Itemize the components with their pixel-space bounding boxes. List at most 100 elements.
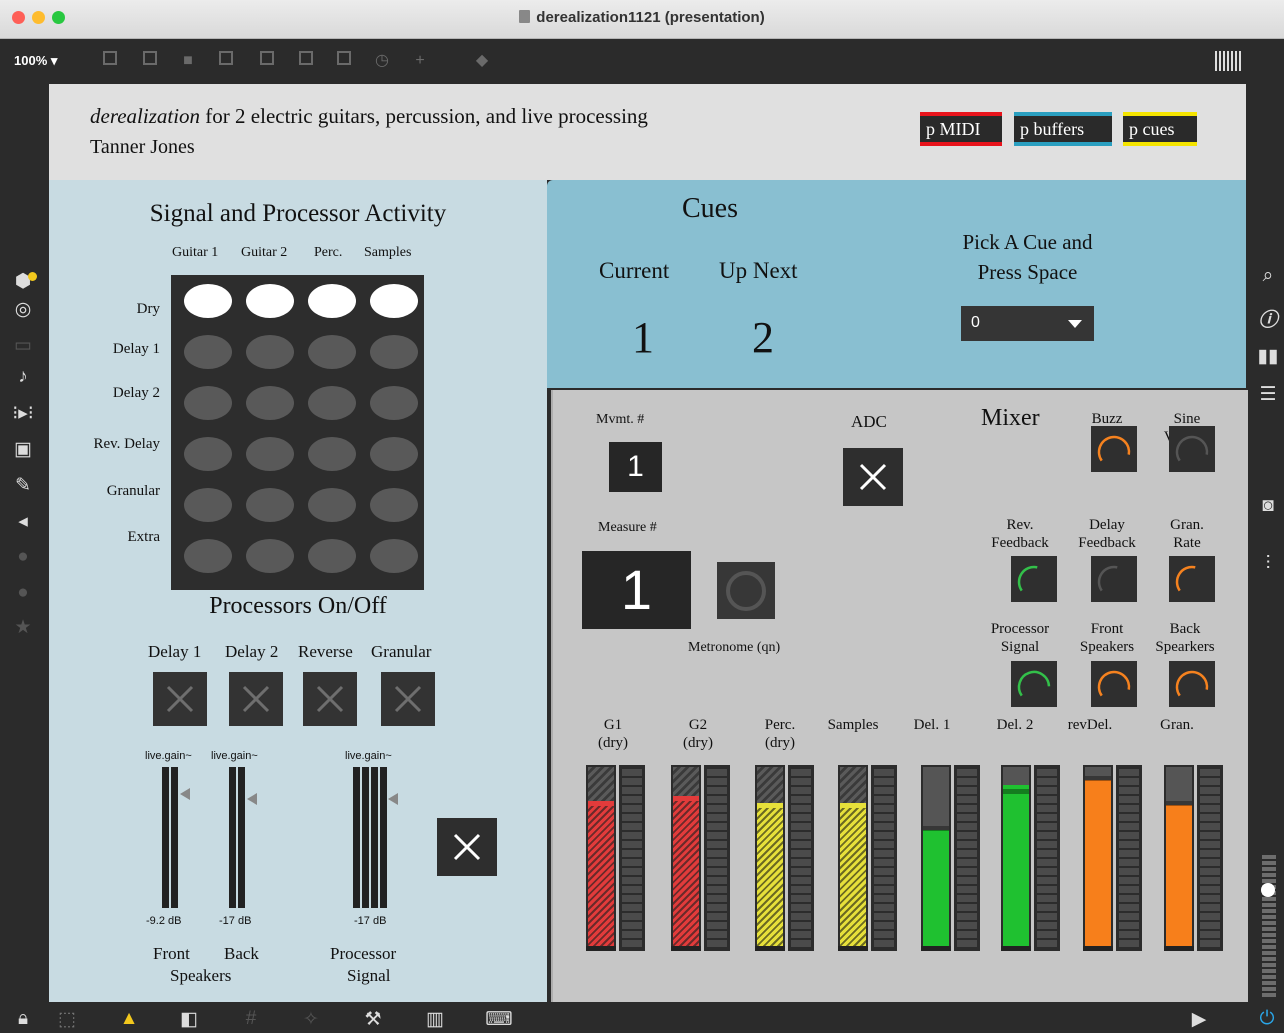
meter-scale: [871, 765, 897, 951]
paperclip-icon[interactable]: ✎: [8, 474, 38, 497]
toolbar: 100% ▾ ■ ◷ + ◆: [0, 39, 1284, 83]
plug-icon[interactable]: ◂: [8, 510, 38, 533]
wrench-icon[interactable]: ⚒: [358, 1008, 388, 1031]
adc-toggle[interactable]: [843, 448, 903, 506]
b-badge-icon[interactable]: ●: [8, 582, 38, 604]
p-midi-button[interactable]: p MIDI: [920, 112, 1002, 146]
back-gain-meter-right: [238, 767, 245, 908]
meter-scale-segments: [622, 769, 642, 947]
play-circle-icon[interactable]: ▶: [1184, 1008, 1214, 1031]
image-icon[interactable]: ▣: [8, 438, 38, 461]
cue-select-menu[interactable]: 0: [961, 306, 1094, 341]
level-meter[interactable]: [671, 765, 701, 951]
power-icon[interactable]: ⏻: [1252, 1008, 1282, 1030]
piano-icon[interactable]: ▥: [420, 1008, 450, 1031]
measure-number-box[interactable]: 1: [582, 551, 691, 629]
activity-led: [184, 539, 232, 573]
p-buffers-button[interactable]: p buffers: [1014, 112, 1112, 146]
info-icon[interactable]: ⓘ: [1253, 305, 1283, 332]
volume-knob[interactable]: [1261, 883, 1275, 897]
keyboard-icon[interactable]: ⌨: [484, 1008, 514, 1031]
presentation-select-icon[interactable]: ⬚: [52, 1008, 82, 1031]
processor-gain-meter-2: [362, 767, 369, 908]
level-meter[interactable]: [1001, 765, 1031, 951]
search-icon[interactable]: ⌕: [1253, 265, 1283, 287]
dial-knob[interactable]: [1169, 661, 1215, 707]
target-icon[interactable]: ◎: [8, 298, 38, 321]
wand-icon[interactable]: ✧: [296, 1008, 326, 1031]
meter-scale: [1116, 765, 1142, 951]
front-gain-meter-left: [162, 767, 169, 908]
sequence-icon[interactable]: ⁝▸⁝: [8, 402, 38, 425]
document-icon: [519, 10, 531, 23]
list-icon[interactable]: ☰: [1253, 383, 1283, 406]
level-meter[interactable]: [1164, 765, 1194, 951]
dial-knob[interactable]: [1011, 556, 1057, 602]
comment-object-icon[interactable]: [100, 51, 120, 71]
activity-led: [370, 488, 418, 522]
granular-toggle[interactable]: [381, 672, 435, 726]
delay2-toggle[interactable]: [229, 672, 283, 726]
back-gain-value: -17 dB: [219, 915, 252, 927]
slider-object-icon[interactable]: [334, 51, 354, 71]
comment-bubble-icon[interactable]: ■: [178, 51, 198, 71]
message-object-icon[interactable]: [140, 51, 160, 71]
mixer-title: Mixer: [981, 405, 1040, 431]
music-note-icon[interactable]: ♪: [8, 366, 38, 388]
front-gain-thumb[interactable]: [180, 788, 190, 800]
metronome-button[interactable]: [717, 562, 775, 619]
level-meter[interactable]: [755, 765, 785, 951]
activity-matrix: [171, 275, 424, 590]
package-icon[interactable]: ⬢: [8, 270, 38, 293]
meter-peak-marker: [923, 826, 949, 831]
processor-gain-thumb[interactable]: [388, 793, 398, 805]
volume-meter[interactable]: [1261, 855, 1276, 998]
dial-knob[interactable]: [1091, 661, 1137, 707]
mixer-sliders-icon[interactable]: ⫶: [1253, 553, 1283, 575]
activity-led: [308, 437, 356, 471]
grid-apps-icon[interactable]: [1215, 51, 1241, 71]
layers-icon[interactable]: ◧: [174, 1008, 204, 1031]
level-meter[interactable]: [838, 765, 868, 951]
metronome-indicator: [726, 571, 766, 611]
grid-icon[interactable]: #: [236, 1008, 266, 1030]
book-icon[interactable]: ▮▮: [1253, 345, 1283, 368]
processor-gain-meter-3: [371, 767, 378, 908]
processor-gain-slider[interactable]: [353, 767, 398, 908]
front-gain-object-label: live.gain~: [145, 750, 192, 762]
star-icon[interactable]: ★: [8, 616, 38, 639]
activity-led: [246, 488, 294, 522]
back-gain-slider[interactable]: [229, 767, 257, 908]
media-object-icon[interactable]: [296, 51, 316, 71]
dial-object-icon[interactable]: ◷: [372, 51, 392, 71]
dial-knob[interactable]: [1169, 556, 1215, 602]
dial-knob[interactable]: [1091, 556, 1137, 602]
window-icon[interactable]: ▭: [8, 334, 38, 357]
snapshot-icon[interactable]: ◙: [1253, 495, 1283, 517]
paint-bucket-icon[interactable]: ◆: [472, 51, 492, 71]
dial-knob[interactable]: [1011, 661, 1057, 707]
button-object-icon[interactable]: [257, 51, 277, 71]
level-meter[interactable]: [1083, 765, 1113, 951]
dial-knob[interactable]: [1091, 426, 1137, 472]
add-object-icon[interactable]: +: [410, 51, 430, 71]
v-badge-icon[interactable]: ●: [8, 546, 38, 568]
front-gain-slider[interactable]: [162, 767, 190, 908]
dial-knob[interactable]: [1169, 426, 1215, 472]
activity-led: [184, 386, 232, 420]
zoom-menu[interactable]: 100% ▾: [14, 53, 57, 69]
presentation-mode-icon[interactable]: ▲: [114, 1008, 144, 1030]
back-gain-thumb[interactable]: [247, 793, 257, 805]
toggle-object-icon[interactable]: [216, 51, 236, 71]
front-label: Front: [153, 944, 190, 963]
reverse-toggle[interactable]: [303, 672, 357, 726]
output-mute-toggle[interactable]: [437, 818, 497, 876]
lock-icon[interactable]: 🔒︎: [8, 1008, 38, 1030]
activity-led: [308, 284, 356, 318]
level-meter[interactable]: [586, 765, 616, 951]
level-meter[interactable]: [921, 765, 951, 951]
delay1-toggle[interactable]: [153, 672, 207, 726]
column-header-guitar1: Guitar 1: [172, 245, 219, 260]
p-cues-button[interactable]: p cues: [1123, 112, 1197, 146]
mvmt-number-box[interactable]: 1: [609, 442, 662, 492]
